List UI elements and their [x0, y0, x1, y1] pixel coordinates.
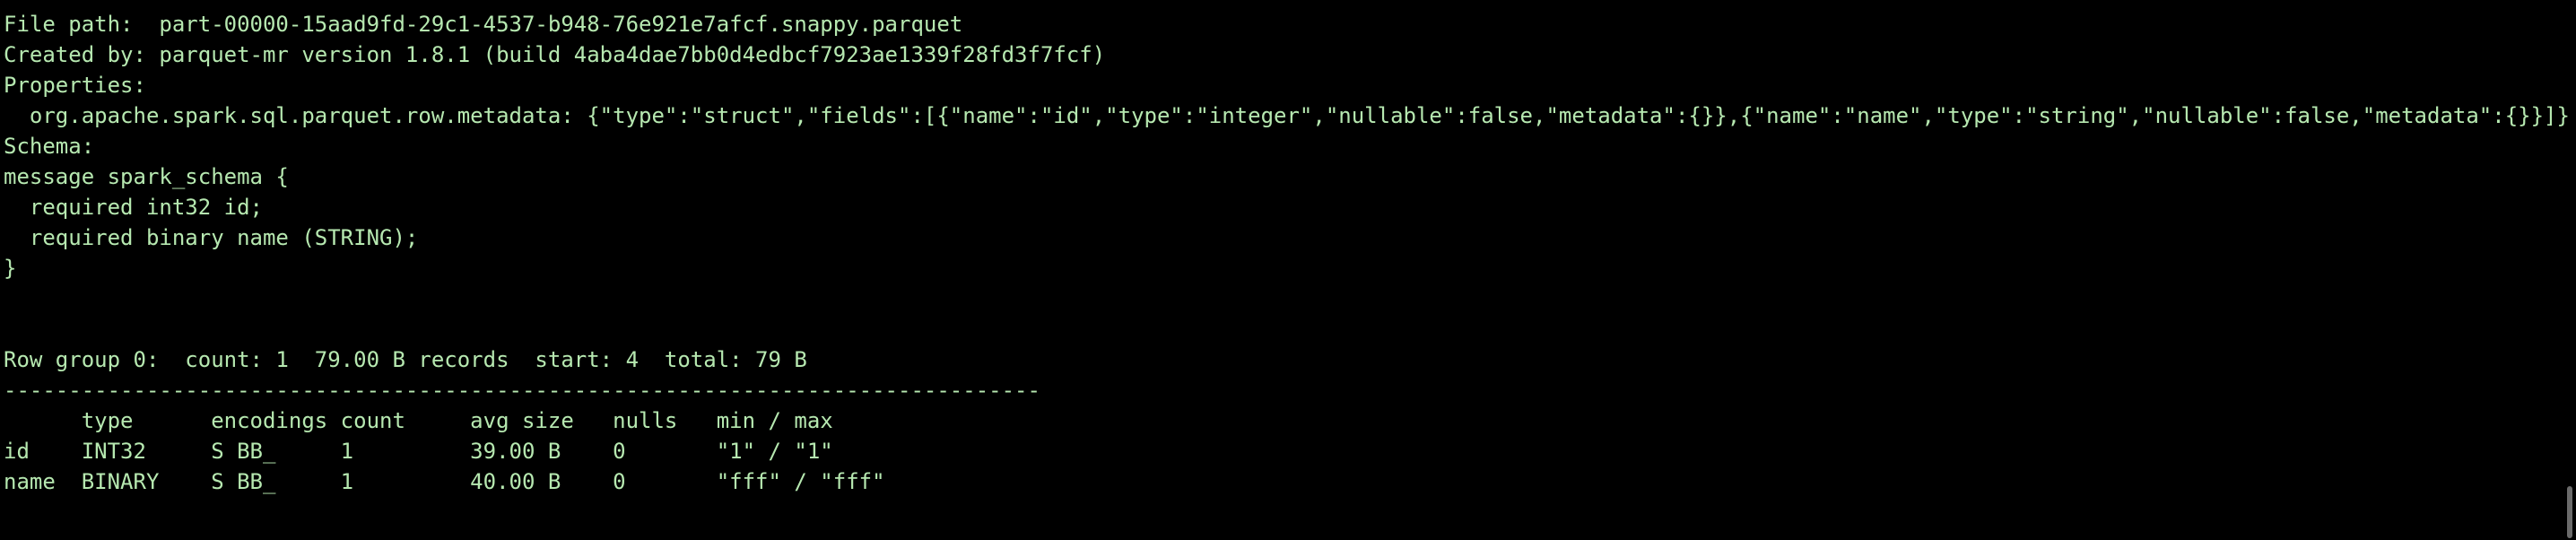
terminal-line-partial — [4, 0, 2570, 9]
file-path-line: File path: part-00000-15aad9fd-29c1-4537… — [4, 12, 963, 37]
scrollbar[interactable] — [2563, 0, 2576, 540]
column-table-row: id INT32 S BB_ 1 39.00 B 0 "1" / "1" — [4, 439, 833, 464]
column-table-row: name BINARY S BB_ 1 40.00 B 0 "fff" / "f… — [4, 469, 885, 494]
scrollbar-thumb[interactable] — [2567, 486, 2572, 538]
row-group-summary: Row group 0: count: 1 79.00 B records st… — [4, 347, 807, 372]
schema-field-name: required binary name (STRING); — [4, 225, 419, 250]
properties-heading: Properties: — [4, 73, 146, 98]
schema-field-id: required int32 id; — [4, 195, 263, 220]
column-table-header: type encodings count avg size nulls min … — [4, 408, 833, 433]
separator-line: ----------------------------------------… — [4, 378, 1040, 403]
schema-message-line: message spark_schema { — [4, 164, 289, 189]
created-by-line: Created by: parquet-mr version 1.8.1 (bu… — [4, 42, 1106, 67]
schema-close-brace: } — [4, 256, 17, 281]
terminal-output: File path: part-00000-15aad9fd-29c1-4537… — [4, 0, 2570, 497]
row-metadata-line: org.apache.spark.sql.parquet.row.metadat… — [4, 103, 2570, 128]
schema-heading: Schema: — [4, 134, 95, 159]
terminal-window[interactable]: File path: part-00000-15aad9fd-29c1-4537… — [0, 0, 2576, 540]
